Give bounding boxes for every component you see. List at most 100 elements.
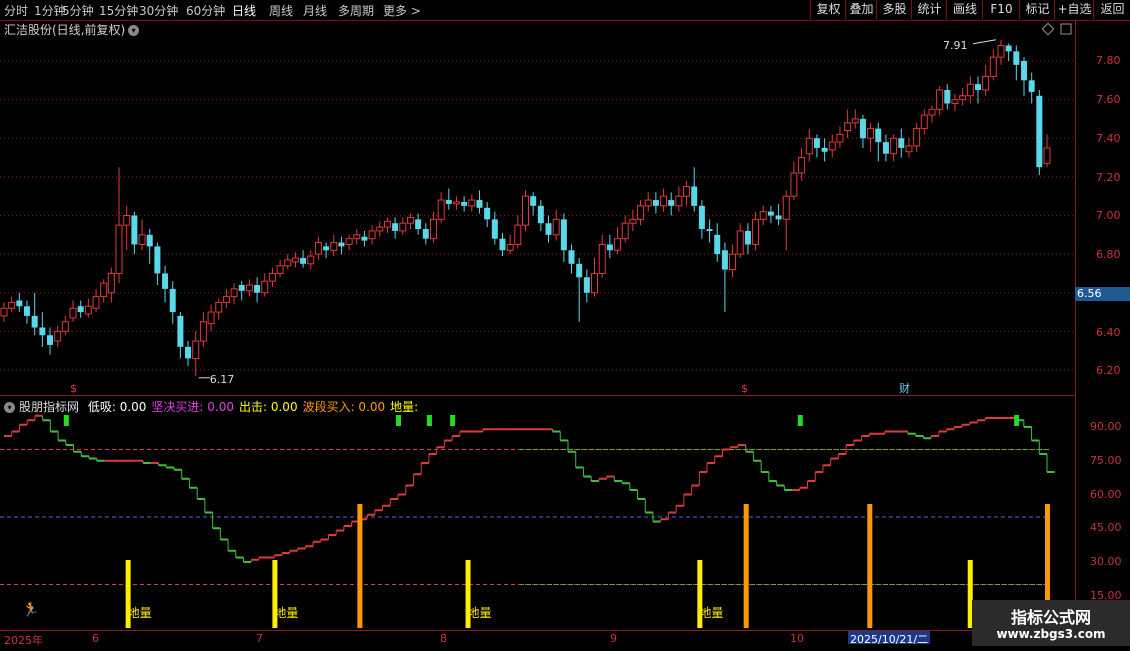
candle-body — [284, 259, 292, 267]
diliang-label: 地量 — [699, 606, 723, 620]
candle-body — [598, 243, 606, 274]
candle-body — [560, 219, 567, 251]
candle-body — [169, 288, 176, 313]
candle-body — [123, 215, 131, 226]
candle-body — [821, 147, 828, 152]
candle-body — [514, 224, 522, 245]
date-tick-label: 7 — [256, 632, 263, 645]
candle-body — [185, 346, 192, 359]
date-tick-label: 9 — [610, 632, 617, 645]
candle-body — [24, 306, 31, 316]
candle-body — [606, 244, 613, 251]
candle-body — [530, 196, 537, 206]
signal-square — [426, 415, 432, 426]
candle-body — [238, 285, 245, 291]
candle-body — [39, 327, 46, 336]
candle-body — [890, 137, 898, 155]
candle-body — [323, 246, 330, 251]
candle-body — [576, 263, 583, 278]
candle-body — [1036, 95, 1043, 168]
candle-body — [637, 205, 645, 220]
candle-body — [668, 200, 675, 206]
signal-square — [396, 415, 402, 426]
boduan-bar — [867, 504, 873, 628]
candle-body — [691, 186, 698, 206]
candle-body — [767, 211, 774, 216]
diliang-label: 地量 — [128, 606, 152, 620]
candle-body — [368, 230, 376, 240]
date-axis — [0, 630, 1130, 651]
candle-body — [552, 218, 560, 236]
candle-body — [621, 222, 629, 240]
candle-body — [215, 301, 223, 313]
candle-body — [1005, 45, 1012, 52]
candle-body — [568, 250, 575, 264]
candle-body — [1028, 80, 1035, 92]
candle-body — [84, 305, 92, 315]
watermark-badge: 指标公式网 www.zbgs3.com — [972, 600, 1130, 646]
candle-body — [245, 284, 253, 292]
candle-body — [291, 257, 299, 263]
candle-body — [675, 195, 683, 207]
candle-body — [966, 83, 974, 97]
candle-body — [138, 234, 146, 245]
candle-body — [706, 229, 713, 231]
candle-body — [131, 215, 138, 245]
candle-body — [177, 315, 184, 347]
candle-body — [759, 211, 767, 220]
candle-body — [882, 142, 889, 154]
candle-body — [499, 238, 506, 251]
candle-body — [506, 243, 514, 251]
candle-body — [905, 145, 913, 153]
candle-body — [8, 301, 16, 309]
candle-body — [276, 265, 284, 274]
candle-body — [644, 199, 652, 207]
signal-square — [450, 415, 456, 426]
candle-body — [261, 280, 269, 294]
candle-body — [928, 108, 936, 116]
candle-body — [254, 285, 261, 293]
candle-body — [406, 216, 414, 224]
candle-body — [476, 200, 483, 208]
candle-body — [805, 137, 813, 155]
candle-body — [31, 315, 38, 328]
candle-body — [913, 128, 921, 147]
candle-body — [452, 201, 460, 205]
candle-body — [652, 200, 659, 206]
candle-body — [445, 200, 452, 204]
candle-body — [484, 207, 491, 220]
candle-body — [47, 335, 54, 345]
candle-body — [376, 226, 384, 232]
candle-body — [338, 242, 345, 247]
candle-body — [629, 218, 637, 224]
candle-body — [61, 321, 69, 332]
candle-body — [744, 230, 751, 245]
candle-body — [989, 56, 997, 77]
candle-body — [583, 277, 590, 293]
candle-body — [591, 272, 599, 294]
candle-body — [100, 282, 108, 298]
candle-body — [300, 257, 307, 264]
candle-body — [330, 242, 338, 251]
candle-body — [614, 238, 622, 251]
candle-body — [16, 300, 23, 307]
candle-body — [199, 321, 207, 342]
candle-body — [392, 223, 399, 231]
date-tick-label: 6 — [92, 632, 99, 645]
candle-body — [944, 89, 951, 104]
candle-body — [813, 138, 820, 148]
low-price-label: 6.17 — [210, 373, 235, 386]
signal-square — [63, 415, 69, 426]
candle-body — [383, 220, 391, 228]
candle-body — [230, 288, 238, 298]
kline-chart[interactable]: 7.916.17$$财地量地量地量地量地量🏃 — [0, 0, 1130, 650]
candle-body — [437, 199, 445, 220]
candle-body — [714, 234, 721, 255]
candle-body — [154, 246, 161, 274]
candle-body — [268, 272, 276, 282]
candle-body — [192, 340, 200, 359]
candle-body — [859, 118, 866, 139]
window-icon — [1060, 23, 1072, 35]
candle-body — [461, 201, 468, 206]
candle-body — [736, 230, 744, 255]
